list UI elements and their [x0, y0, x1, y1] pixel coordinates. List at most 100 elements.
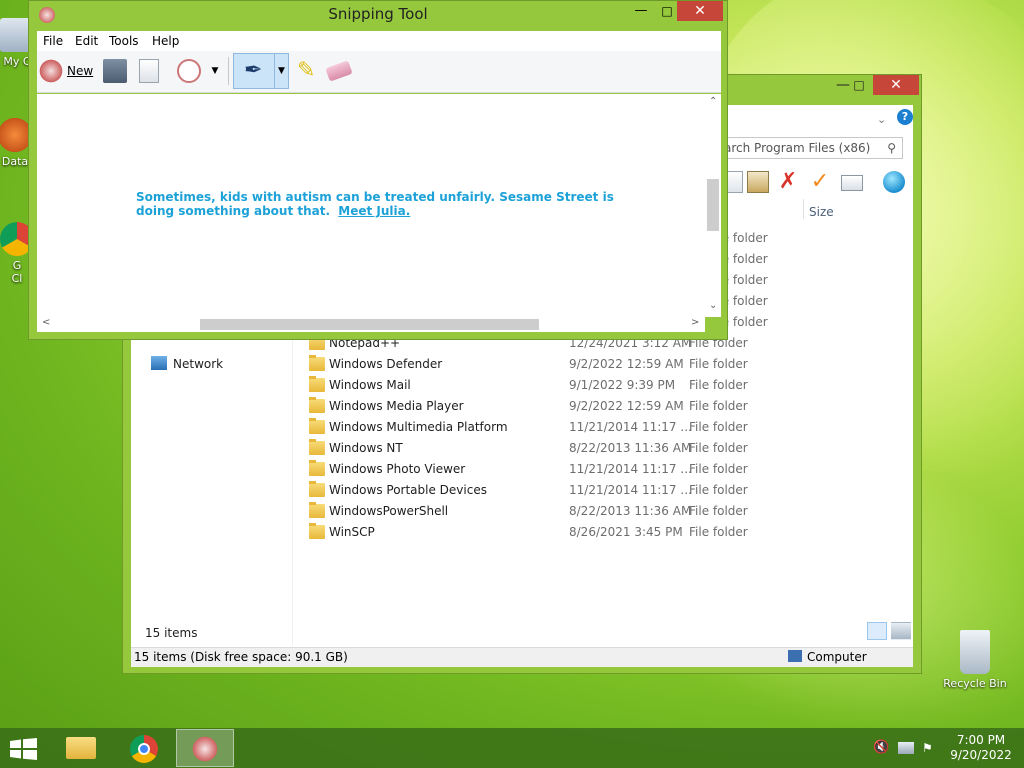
nav-item-network[interactable]: Network: [151, 356, 223, 371]
file-name: Windows Portable Devices: [329, 483, 487, 497]
taskbar-chrome[interactable]: [115, 729, 173, 767]
vertical-scrollbar[interactable]: ⌃ ⌄: [705, 94, 721, 317]
network-icon[interactable]: [898, 742, 914, 754]
table-row[interactable]: Windows NT 8/22/2013 11:36 AM File folder: [309, 438, 829, 459]
file-type: File folder: [689, 525, 748, 539]
scroll-right-icon[interactable]: >: [691, 317, 699, 328]
table-row[interactable]: WinSCP 8/26/2021 3:45 PM File folder: [309, 522, 829, 543]
menu-bar: File Edit Tools Help: [37, 31, 721, 51]
file-name: Windows Photo Viewer: [329, 462, 466, 476]
folder-icon: [309, 355, 325, 371]
file-date: 9/2/2022 12:59 AM: [569, 399, 684, 413]
nav-item-label: Network: [173, 357, 224, 371]
desktop-icon-label: G Cl: [11, 259, 23, 285]
file-type: File folder: [689, 378, 748, 392]
pen-button[interactable]: ✒ ▼: [233, 53, 289, 89]
large-icons-view-button[interactable]: [891, 622, 911, 640]
recycle-bin-icon: [960, 630, 990, 674]
toolbar-separator: [228, 57, 229, 85]
folder-icon: [309, 502, 325, 518]
table-row[interactable]: Windows Defender 9/2/2022 12:59 AM File fo…: [309, 354, 829, 375]
folder-icon: [309, 397, 325, 413]
computer-icon: [788, 650, 802, 662]
column-header-size[interactable]: Size: [809, 205, 834, 219]
menu-help[interactable]: Help: [152, 34, 179, 48]
file-type: File folder: [689, 483, 748, 497]
send-snip-icon[interactable]: [177, 59, 201, 83]
delete-icon[interactable]: ✗: [777, 171, 799, 193]
folder-icon: [309, 460, 325, 476]
table-row[interactable]: Windows Mail 9/1/2022 9:39 PM File folder: [309, 375, 829, 396]
table-row[interactable]: Windows Media Player 9/2/2022 12:59 AM Fil…: [309, 396, 829, 417]
folder-icon: [66, 737, 96, 759]
file-name: Windows Media Player: [329, 399, 464, 413]
desktop-icon-label: Recycle Bin: [943, 677, 1007, 690]
close-button[interactable]: ✕: [873, 75, 919, 95]
details-view-button[interactable]: [867, 622, 887, 640]
properties-icon[interactable]: [841, 175, 863, 191]
paste-icon[interactable]: [747, 171, 769, 193]
eraser-icon[interactable]: [325, 60, 353, 82]
send-snip-dropdown-icon[interactable]: ▼: [209, 59, 221, 83]
folder-icon: [309, 439, 325, 455]
maximize-button[interactable]: □: [845, 75, 873, 95]
taskbar-file-explorer[interactable]: [52, 729, 110, 767]
window-title: Snipping Tool: [328, 5, 428, 23]
snipping-tool-window: Snipping Tool — □ ✕ File Edit Tools Help…: [28, 0, 728, 340]
scroll-thumb[interactable]: [200, 319, 539, 330]
horizontal-scrollbar[interactable]: < >: [37, 317, 705, 332]
scroll-down-icon[interactable]: ⌄: [709, 300, 717, 311]
file-type: File folder: [689, 504, 748, 518]
volume-muted-icon[interactable]: 🔇: [873, 740, 889, 756]
rename-icon[interactable]: ✓: [809, 171, 831, 193]
menu-tools[interactable]: Tools: [109, 34, 139, 48]
snip-canvas[interactable]: Sometimes, kids with autism can be treat…: [37, 94, 705, 317]
copy-icon[interactable]: [139, 59, 159, 83]
search-input[interactable]: Search Program Files (x86) ⚲: [703, 137, 903, 159]
ribbon-collapse-icon[interactable]: ⌄: [877, 113, 886, 126]
toolbar: New ▼ ✒ ▼ ✎: [37, 51, 721, 93]
table-row[interactable]: Windows Photo Viewer 11/21/2014 11:17 ...…: [309, 459, 829, 480]
folder-icon: [309, 481, 325, 497]
items-count: 15 items: [145, 626, 198, 640]
folder-icon: [309, 523, 325, 539]
file-type: File folder: [689, 357, 748, 371]
file-type: File folder: [689, 420, 748, 434]
table-row[interactable]: Windows Portable Devices 11/21/2014 11:17…: [309, 480, 829, 501]
menu-edit[interactable]: Edit: [75, 34, 98, 48]
taskbar-snipping-tool[interactable]: [176, 729, 234, 767]
globe-icon[interactable]: [883, 171, 905, 193]
help-icon[interactable]: ?: [897, 109, 913, 125]
file-date: 9/2/2022 12:59 AM: [569, 357, 684, 371]
scroll-up-icon[interactable]: ⌃: [709, 96, 717, 107]
start-button[interactable]: [10, 738, 38, 760]
minimize-button[interactable]: —: [627, 1, 655, 23]
captured-link: Meet Julia.: [338, 204, 411, 218]
close-button[interactable]: ✕: [677, 1, 723, 21]
status-location-label: Computer: [807, 650, 867, 664]
search-icon[interactable]: ⚲: [887, 138, 896, 158]
column-separator[interactable]: [803, 199, 804, 219]
save-icon[interactable]: [103, 59, 127, 83]
action-center-icon[interactable]: ⚑: [922, 740, 938, 756]
highlighter-icon[interactable]: ✎: [297, 59, 317, 83]
pen-dropdown-icon[interactable]: ▼: [274, 54, 288, 88]
captured-text: Sometimes, kids with autism can be treat…: [136, 190, 616, 218]
file-name: Windows Mail: [329, 378, 411, 392]
taskbar-clock[interactable]: 7:00 PM 9/20/2022: [946, 733, 1016, 763]
scissors-icon: [39, 59, 63, 83]
chrome-icon-center: [138, 743, 150, 755]
desktop-icon-recycle-bin[interactable]: Recycle Bin: [940, 630, 1010, 690]
menu-file[interactable]: File: [43, 34, 63, 48]
table-row[interactable]: WindowsPowerShell 8/22/2013 11:36 AM File …: [309, 501, 829, 522]
network-icon: [151, 356, 167, 370]
taskbar: 🔇 ⚑ 7:00 PM 9/20/2022: [0, 728, 1024, 768]
folder-icon: [309, 418, 325, 434]
file-name: WindowsPowerShell: [329, 504, 449, 518]
table-row[interactable]: Windows Multimedia Platform 11/21/2014 11…: [309, 417, 829, 438]
file-name: Windows NT: [329, 441, 403, 455]
file-name: Windows Multimedia Platform: [329, 420, 508, 434]
scroll-thumb[interactable]: [707, 179, 719, 231]
file-type: File folder: [689, 441, 748, 455]
scroll-left-icon[interactable]: <: [42, 317, 50, 328]
